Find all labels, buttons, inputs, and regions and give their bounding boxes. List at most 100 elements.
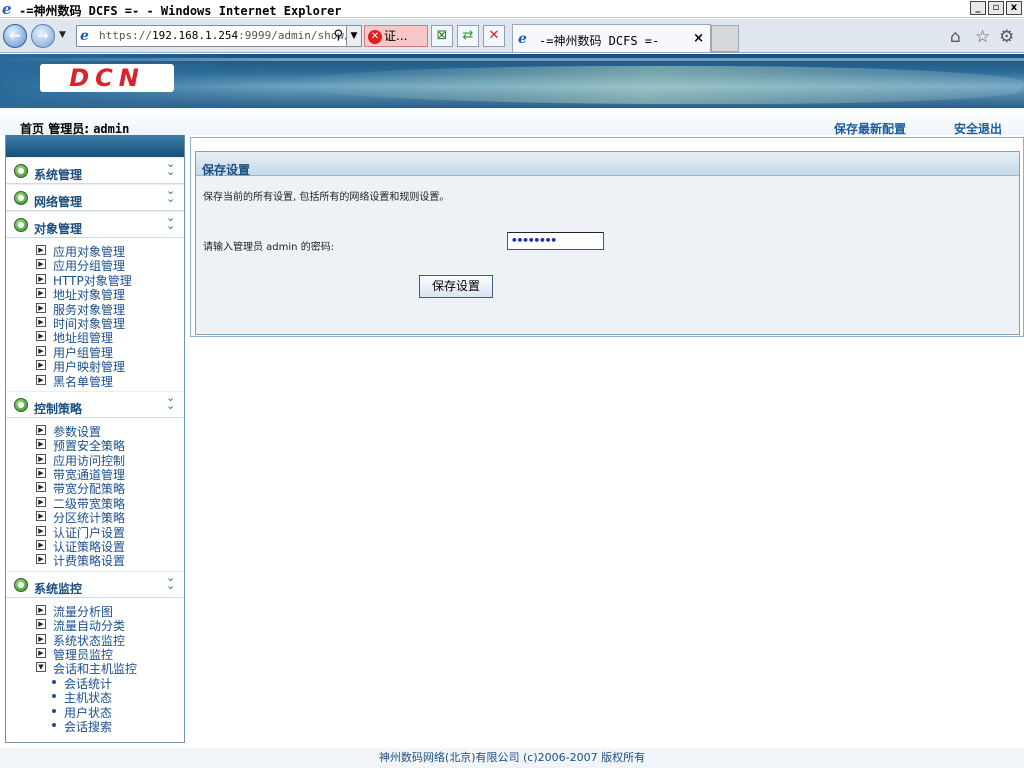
sidebar-item-expanded[interactable]: ▼ 会话和主机监控 — [6, 660, 184, 676]
sidebar-subitem[interactable]: 会话搜索 — [6, 718, 184, 734]
home-icon[interactable]: ⌂ — [950, 27, 961, 47]
sidebar-section-object-management[interactable]: 对象管理 ⌄ ⌄ — [6, 211, 184, 238]
window-controls: _ ▫ x — [970, 1, 1022, 15]
compatibility-view-button[interactable]: ⊠ — [431, 25, 453, 47]
chevron-double-down-icon: ⌄ ⌄ — [166, 570, 176, 592]
gear-icon[interactable]: ⚙ — [999, 27, 1014, 47]
expand-box-icon: ▶ — [36, 647, 46, 658]
address-bar[interactable]: e https://192.168.1.254:9999/admin/show/… — [76, 25, 362, 47]
expand-box-icon: ▶ — [36, 245, 46, 255]
expand-box-icon: ▶ — [36, 482, 46, 493]
stop-icon: ✕ — [488, 28, 500, 43]
sidebar-item[interactable]: ▶ 黑名单管理 — [6, 373, 184, 389]
bullet-dot-icon — [52, 679, 56, 684]
sidebar-item[interactable]: ▶ 服务对象管理 — [6, 301, 184, 317]
expand-box-icon: ▶ — [36, 360, 46, 371]
tab-close-button[interactable]: × — [693, 31, 704, 46]
sidebar-item[interactable]: ▶ 应用对象管理 — [6, 243, 184, 259]
refresh-button[interactable]: ⇄ — [457, 25, 479, 47]
favorites-star-icon[interactable]: ☆ — [975, 27, 990, 47]
sidebar-item[interactable]: ▶ 二级带宽策略 — [6, 495, 184, 511]
sidebar-item[interactable]: ▶ HTTP对象管理 — [6, 272, 184, 288]
sidebar-item[interactable]: ▶ 时间对象管理 — [6, 315, 184, 331]
breadcrumb-home[interactable]: 首页 — [20, 122, 44, 136]
sidebar-subitem-label: 会话搜索 — [64, 719, 113, 734]
chevron-double-down-icon: ⌄ ⌄ — [166, 390, 176, 412]
sidebar-item[interactable]: ▶ 计费策略设置 — [6, 552, 184, 568]
sidebar-section-system-monitoring[interactable]: 系统监控 ⌄ ⌄ — [6, 570, 184, 598]
expand-box-icon: ▶ — [36, 345, 46, 356]
sidebar-item[interactable]: ▶ 流量分析图 — [6, 603, 184, 619]
sidebar-item-label: 黑名单管理 — [53, 374, 114, 389]
bullet-dot-icon — [52, 722, 56, 727]
expand-box-icon: ▶ — [36, 525, 46, 536]
chevron-double-down-icon: ⌄ ⌄ — [166, 157, 176, 178]
expand-box-icon: ▶ — [36, 302, 46, 313]
expand-box-icon: ▶ — [36, 288, 46, 299]
sidebar-section-label: 对象管理 — [34, 222, 83, 236]
forward-button[interactable]: → — [31, 24, 55, 48]
sidebar-item[interactable]: ▶ 预置安全策略 — [6, 437, 184, 453]
banner-wave-decoration — [273, 66, 1024, 104]
panel-description: 保存当前的所有设置, 包括所有的网络设置和规则设置。 — [203, 192, 450, 203]
minimize-button[interactable]: _ — [970, 1, 986, 15]
collapse-box-icon: ▼ — [36, 662, 46, 673]
compatibility-icon: ⊠ — [436, 28, 448, 43]
section-bullet-icon — [14, 577, 28, 592]
stop-button[interactable]: ✕ — [483, 25, 505, 47]
expand-box-icon: ▶ — [36, 468, 46, 479]
expand-box-icon: ▶ — [36, 496, 46, 507]
sidebar-item[interactable]: ▶ 地址对象管理 — [6, 286, 184, 302]
sidebar-section-network-management[interactable]: 网络管理 ⌄ ⌄ — [6, 184, 184, 211]
expand-box-icon: ▶ — [36, 540, 46, 551]
sidebar-item[interactable]: ▶ 应用分组管理 — [6, 257, 184, 273]
sidebar-item[interactable]: ▶ 管理员监控 — [6, 646, 184, 662]
sidebar-section-label: 系统管理 — [34, 168, 83, 182]
certificate-error-badge[interactable]: ✕ 证... — [364, 25, 428, 47]
dcn-logo-text: DCN — [69, 64, 145, 92]
save-settings-button[interactable]: 保存设置 — [419, 275, 493, 298]
sidebar-item[interactable]: ▶ 带宽分配策略 — [6, 480, 184, 496]
section-bullet-icon — [14, 397, 28, 412]
expand-box-icon: ▶ — [36, 331, 46, 342]
browser-tab[interactable]: e -=神州数码 DCFS =- × — [512, 24, 711, 52]
sidebar-subitem[interactable]: 主机状态 — [6, 689, 184, 705]
close-window-button[interactable]: x — [1006, 1, 1022, 15]
sidebar-section-system-management[interactable]: 系统管理 ⌄ ⌄ — [6, 157, 184, 184]
url-scheme: https:// — [99, 29, 152, 42]
address-url[interactable]: https://192.168.1.254:9999/admin/show/ — [99, 29, 351, 42]
expand-box-icon: ▶ — [36, 453, 46, 464]
sidebar-item[interactable]: ▶ 用户映射管理 — [6, 358, 184, 374]
dcn-logo: DCN — [40, 64, 174, 92]
logout-link[interactable]: 安全退出 — [954, 120, 1002, 137]
sidebar-item[interactable]: ▶ 地址组管理 — [6, 329, 184, 345]
sidebar-item[interactable]: ▶ 认证门户设置 — [6, 524, 184, 540]
sidebar-item[interactable]: ▶ 认证策略设置 — [6, 538, 184, 554]
expand-box-icon: ▶ — [36, 511, 46, 522]
sidebar-item[interactable]: ▶ 系统状态监控 — [6, 632, 184, 648]
sidebar-item[interactable]: ▶ 应用访问控制 — [6, 452, 184, 468]
sidebar-section-control-policy[interactable]: 控制策略 ⌄ ⌄ — [6, 390, 184, 418]
maximize-button[interactable]: ▫ — [988, 1, 1004, 15]
sidebar-item[interactable]: ▶ 参数设置 — [6, 423, 184, 439]
sidebar-subitem[interactable]: 会话统计 — [6, 675, 184, 691]
expand-box-icon: ▶ — [36, 604, 46, 615]
sidebar-subitem[interactable]: 用户状态 — [6, 704, 184, 720]
history-dropdown[interactable]: ▼ — [59, 30, 69, 42]
password-input[interactable]: •••••••• — [507, 232, 604, 250]
sidebar-item[interactable]: ▶ 带宽通道管理 — [6, 466, 184, 482]
sidebar-item[interactable]: ▶ 用户组管理 — [6, 344, 184, 360]
search-icon[interactable]: ⚲ — [333, 28, 343, 43]
sidebar-section-label: 控制策略 — [34, 401, 83, 416]
save-latest-config-link[interactable]: 保存最新配置 — [834, 120, 906, 137]
address-dropdown-button[interactable]: ▼ — [346, 26, 361, 46]
bullet-dot-icon — [52, 708, 56, 713]
ie-page-icon: e — [80, 28, 89, 44]
back-button[interactable]: ← — [3, 24, 27, 48]
sidebar-item[interactable]: ▶ 分区统计策略 — [6, 509, 184, 525]
tab-title: -=神州数码 DCFS =- — [539, 34, 660, 48]
sidebar-item[interactable]: ▶ 流量自动分类 — [6, 617, 184, 633]
footer: 神州数码网络(北京)有限公司 (c)2006-2007 版权所有 — [0, 748, 1024, 768]
sidebar-section-label: 网络管理 — [34, 195, 83, 209]
new-tab-button[interactable] — [711, 25, 739, 52]
